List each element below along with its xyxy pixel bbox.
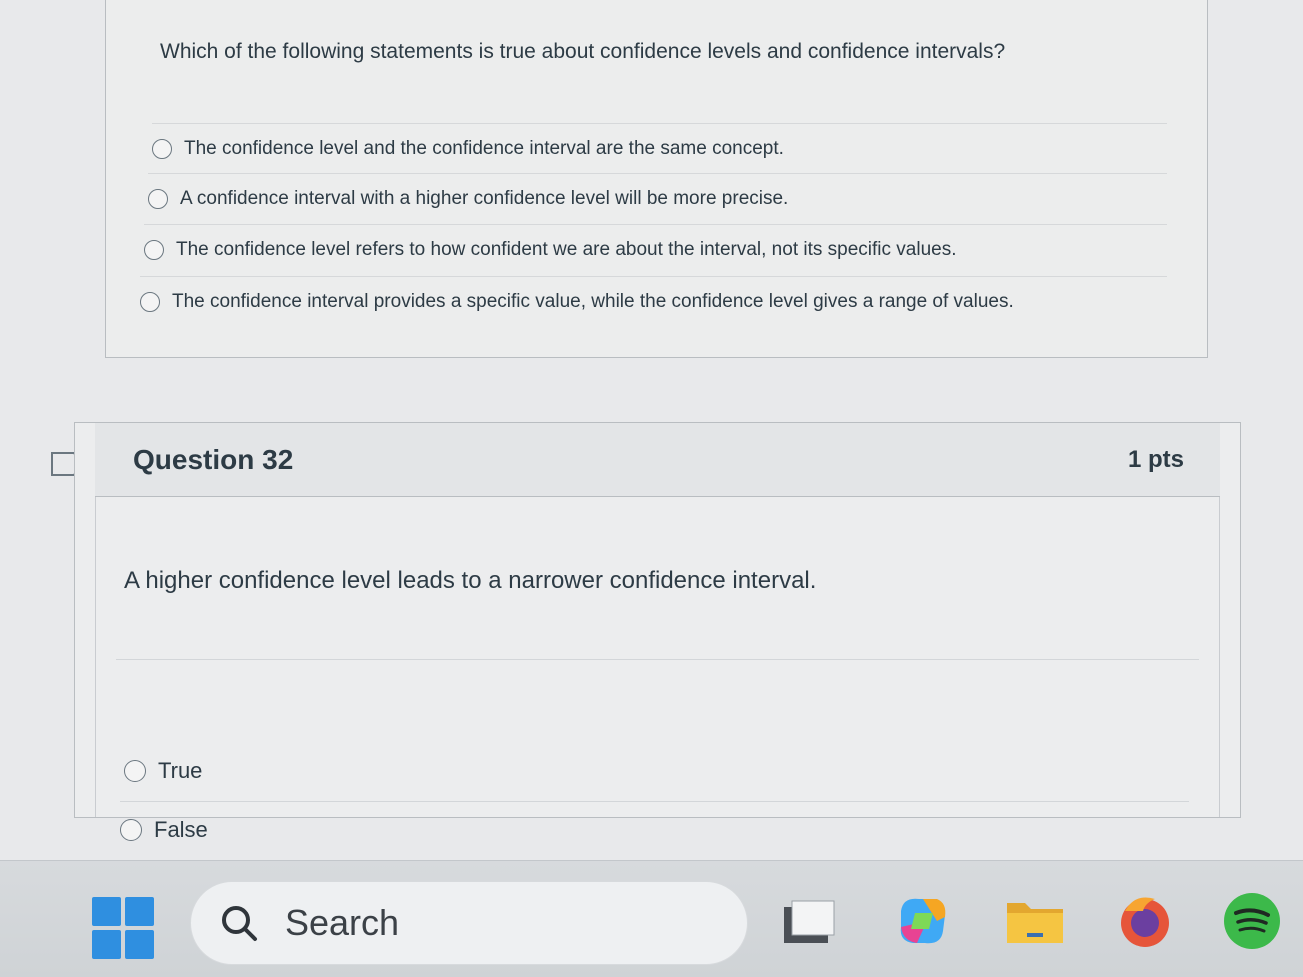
file-explorer-icon[interactable]	[1005, 891, 1065, 951]
taskbar: Search	[0, 860, 1303, 977]
answer-label: True	[158, 758, 203, 783]
answer-option[interactable]: The confidence level refers to how confi…	[144, 224, 1167, 274]
search-placeholder: Search	[285, 902, 400, 943]
question-31-card: Which of the following statements is tru…	[105, 0, 1208, 358]
answer-label: The confidence interval provides a speci…	[172, 290, 1014, 312]
radio-button[interactable]	[144, 239, 164, 260]
radio-button[interactable]	[148, 188, 168, 209]
question-header: Question 32 1 pts	[95, 423, 1220, 497]
question-title: Question 32	[133, 443, 294, 475]
radio-button[interactable]	[124, 760, 146, 782]
answer-label: The confidence level and the confidence …	[184, 137, 784, 159]
question-32-text: A higher confidence level leads to a nar…	[124, 567, 817, 594]
question-points: 1 pts	[1127, 445, 1184, 473]
answer-option-true[interactable]: True	[124, 743, 1189, 799]
divider	[116, 659, 1199, 660]
answer-option[interactable]: A confidence interval with a higher conf…	[148, 173, 1167, 223]
search-input[interactable]: Search	[190, 881, 748, 965]
radio-button[interactable]	[152, 138, 172, 159]
search-icon	[222, 906, 257, 941]
answer-label: The confidence level refers to how confi…	[176, 238, 957, 260]
question-32-card: Question 32 1 pts A higher confidence le…	[74, 422, 1241, 842]
start-icon[interactable]	[92, 897, 154, 959]
answer-label: False	[154, 816, 208, 842]
task-view-icon[interactable]	[780, 891, 840, 951]
question-body: A higher confidence level leads to a nar…	[95, 497, 1220, 842]
question-31-text: Which of the following statements is tru…	[160, 40, 1006, 63]
firefox-icon[interactable]	[1115, 891, 1175, 951]
radio-button[interactable]	[140, 291, 160, 312]
answer-option-false[interactable]: False	[120, 801, 1189, 857]
answer-label: A confidence interval with a higher conf…	[180, 187, 789, 209]
answer-option[interactable]: The confidence interval provides a speci…	[140, 276, 1167, 326]
quiz-page: Which of the following statements is tru…	[0, 0, 1303, 860]
answer-option[interactable]: The confidence level and the confidence …	[152, 123, 1167, 173]
radio-button[interactable]	[120, 818, 142, 841]
spotify-icon[interactable]	[1222, 891, 1282, 951]
copilot-icon[interactable]	[893, 891, 953, 951]
